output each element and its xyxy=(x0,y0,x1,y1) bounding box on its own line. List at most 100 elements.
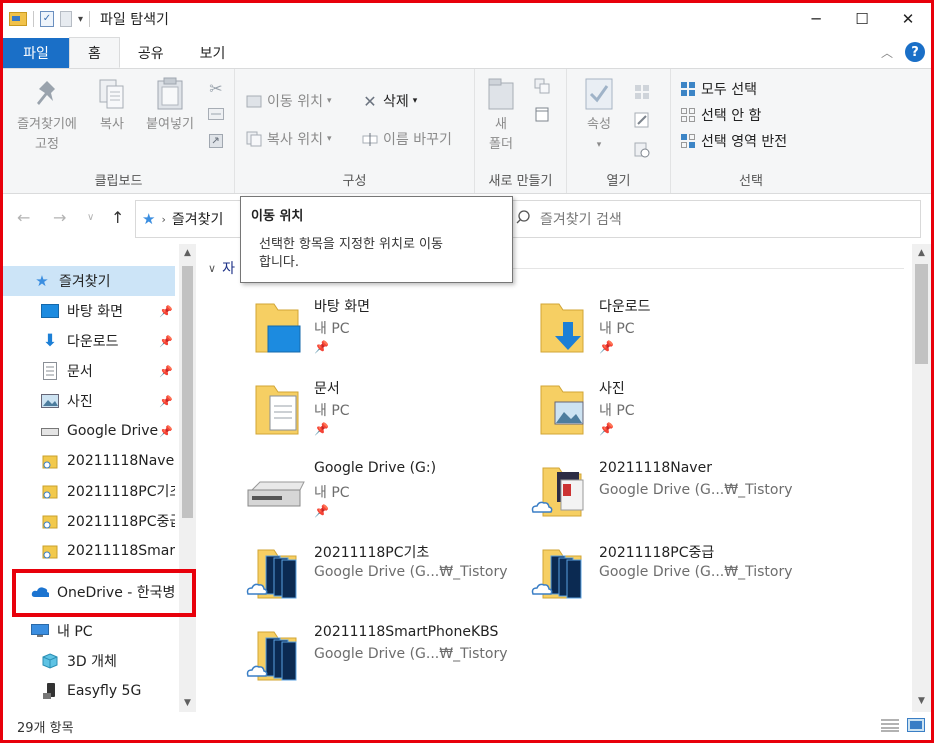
pin-icon: 📌 xyxy=(159,424,173,438)
nav-item-onedrive[interactable]: OneDrive - 한국병 xyxy=(3,577,175,607)
recent-locations-icon[interactable]: ∨ xyxy=(87,212,94,223)
copy-to-button[interactable]: 복사 위치 ▾ xyxy=(245,129,332,149)
section-header[interactable]: ∨ 자 xyxy=(208,258,235,278)
nav-item-label: 20211118Naver xyxy=(67,453,175,469)
tab-share[interactable]: 공유 xyxy=(120,38,182,68)
tooltip: 이동 위치 선택한 항목을 지정한 위치로 이동 합니다. xyxy=(240,196,513,283)
paste-shortcut-icon[interactable] xyxy=(207,131,225,149)
history-icon[interactable] xyxy=(633,141,651,159)
forward-icon[interactable]: → xyxy=(53,208,66,227)
chevron-down-icon: ▾ xyxy=(326,134,332,144)
nav-item-google-drive[interactable]: Google Drive 📌 xyxy=(3,416,175,446)
nav-scroll-thumb[interactable] xyxy=(182,266,193,518)
move-to-button[interactable]: 이동 위치 ▾ xyxy=(245,91,332,111)
new-folder-button[interactable]: 새 폴더 xyxy=(481,77,521,155)
scroll-down-icon[interactable]: ▼ xyxy=(179,698,196,708)
nav-item-desktop[interactable]: 바탕 화면 📌 xyxy=(3,296,175,326)
help-icon[interactable]: ? xyxy=(905,42,925,62)
edit-icon[interactable] xyxy=(633,111,651,129)
tile-location: 내 PC xyxy=(599,321,635,337)
nav-item-downloads[interactable]: ⬇ 다운로드 📌 xyxy=(3,326,175,356)
folder-tile[interactable]: 20211118Naver Google Drive (G...₩_Tistor… xyxy=(531,460,811,540)
select-none-button[interactable]: 선택 안 함 xyxy=(679,105,761,125)
nav-item-label: 바탕 화면 xyxy=(67,304,123,320)
divider xyxy=(89,11,91,27)
folder-tile[interactable]: 20211118PC기초 Google Drive (G...₩_Tistory xyxy=(246,542,526,622)
folder-tile[interactable]: 바탕 화면 내 PC 📌 xyxy=(246,296,526,376)
downloads-folder-icon xyxy=(531,296,591,360)
pin-label: 즐겨찾기에 xyxy=(17,117,77,132)
pin-to-quick-access-button[interactable]: 즐겨찾기에 고정 xyxy=(7,77,87,155)
chevron-down-icon: ∨ xyxy=(208,261,217,275)
nav-item-folder[interactable]: 20211118Naver xyxy=(3,446,175,476)
paste-button[interactable]: 붙여넣기 xyxy=(139,77,201,135)
select-all-button[interactable]: 모두 선택 xyxy=(679,79,757,99)
nav-item-documents[interactable]: 문서 📌 xyxy=(3,356,175,386)
nav-item-3d-objects[interactable]: 3D 개체 xyxy=(3,646,175,676)
search-input[interactable]: 즐겨찾기 검색 xyxy=(540,209,622,229)
minimize-button[interactable]: ─ xyxy=(793,3,839,35)
properties-button[interactable]: 속성 ▾ xyxy=(577,77,621,155)
scroll-down-icon[interactable]: ▼ xyxy=(912,696,931,706)
tile-name: 다운로드 xyxy=(599,299,651,315)
pin-icon: 📌 xyxy=(314,504,329,518)
copy-to-icon xyxy=(245,130,263,148)
large-icons-view-icon[interactable] xyxy=(907,718,925,732)
customize-dropdown[interactable]: ▾ xyxy=(78,14,83,25)
tab-file[interactable]: 파일 xyxy=(3,38,69,68)
folder-tile[interactable]: 사진 내 PC 📌 xyxy=(531,378,811,458)
nav-item-label: Google Drive xyxy=(67,423,159,439)
cloud-folder-icon xyxy=(246,542,306,606)
copy-button[interactable]: 복사 xyxy=(91,77,133,135)
close-button[interactable]: ✕ xyxy=(885,3,931,35)
open-icon[interactable] xyxy=(633,83,651,101)
nav-item-folder[interactable]: 20211118PC기초 xyxy=(3,476,175,506)
nav-item-pictures[interactable]: 사진 📌 xyxy=(3,386,175,416)
tab-home[interactable]: 홈 xyxy=(69,37,120,68)
folder-tile[interactable]: 20211118SmartPhoneKBS Google Drive (G...… xyxy=(246,624,526,704)
details-view-icon[interactable] xyxy=(881,718,899,732)
folder-tile[interactable]: 20211118PC중급 Google Drive (G...₩_Tistory xyxy=(531,542,811,622)
paste-icon xyxy=(154,77,186,111)
nav-scrollbar[interactable]: ▲ ▼ xyxy=(179,244,196,712)
back-icon[interactable]: ← xyxy=(17,208,30,227)
breadcrumb[interactable]: 즐겨찾기 xyxy=(172,209,224,229)
content-scrollbar[interactable]: ▲ ▼ xyxy=(912,244,931,712)
open-group-label: 열기 xyxy=(606,174,631,189)
maximize-button[interactable]: ☐ xyxy=(839,3,885,35)
up-icon[interactable]: ↑ xyxy=(111,208,124,227)
scroll-up-icon[interactable]: ▲ xyxy=(179,248,196,258)
content-scroll-thumb[interactable] xyxy=(915,264,928,364)
drive-tile[interactable]: Google Drive (G:) 내 PC 📌 xyxy=(246,460,526,540)
tab-view[interactable]: 보기 xyxy=(182,38,244,68)
cut-icon[interactable]: ✂ xyxy=(207,79,225,98)
documents-folder-icon xyxy=(246,378,306,442)
nav-item-this-pc[interactable]: 내 PC xyxy=(3,616,175,646)
nav-item-label: Easyfly 5G xyxy=(67,683,142,699)
nav-item-label: 20211118PC중급 xyxy=(67,514,175,530)
properties-icon[interactable]: ✓ xyxy=(40,11,54,27)
rename-button[interactable]: 이름 바꾸기 xyxy=(361,129,452,149)
pin-icon: 📌 xyxy=(314,340,329,354)
new-group-label: 새로 만들기 xyxy=(488,174,553,189)
collapse-ribbon-icon[interactable]: ︿ xyxy=(881,44,893,61)
folder-tile[interactable]: 다운로드 내 PC 📌 xyxy=(531,296,811,376)
nav-item-easyfly[interactable]: Easyfly 5G xyxy=(3,676,175,706)
tooltip-body: 선택한 항목을 지정한 위치로 이동 합니다. xyxy=(251,236,502,272)
search-box[interactable]: 즐겨찾기 검색 xyxy=(509,200,921,238)
nav-item-folder[interactable]: 20211118SmartP xyxy=(3,536,175,566)
tile-name: 문서 xyxy=(314,381,340,397)
nav-item-label: 즐겨찾기 xyxy=(59,274,111,290)
nav-item-quick-access[interactable]: ★ 즐겨찾기 xyxy=(3,266,175,296)
title-bar: ✓ ▾ 파일 탐색기 ─ ☐ ✕ xyxy=(3,3,931,35)
copy-path-icon[interactable] xyxy=(207,105,225,123)
easy-access-icon[interactable] xyxy=(533,105,551,123)
chevron-right-icon: › xyxy=(161,212,166,226)
invert-selection-button[interactable]: 선택 영역 반전 xyxy=(679,131,787,151)
new-item-icon[interactable] xyxy=(533,77,551,95)
new-folder-icon[interactable] xyxy=(60,11,72,27)
nav-item-folder[interactable]: 20211118PC중급 xyxy=(3,506,175,536)
folder-tile[interactable]: 문서 내 PC 📌 xyxy=(246,378,526,458)
delete-button[interactable]: ✕ 삭제 ▾ xyxy=(361,91,417,111)
scroll-up-icon[interactable]: ▲ xyxy=(912,248,931,258)
